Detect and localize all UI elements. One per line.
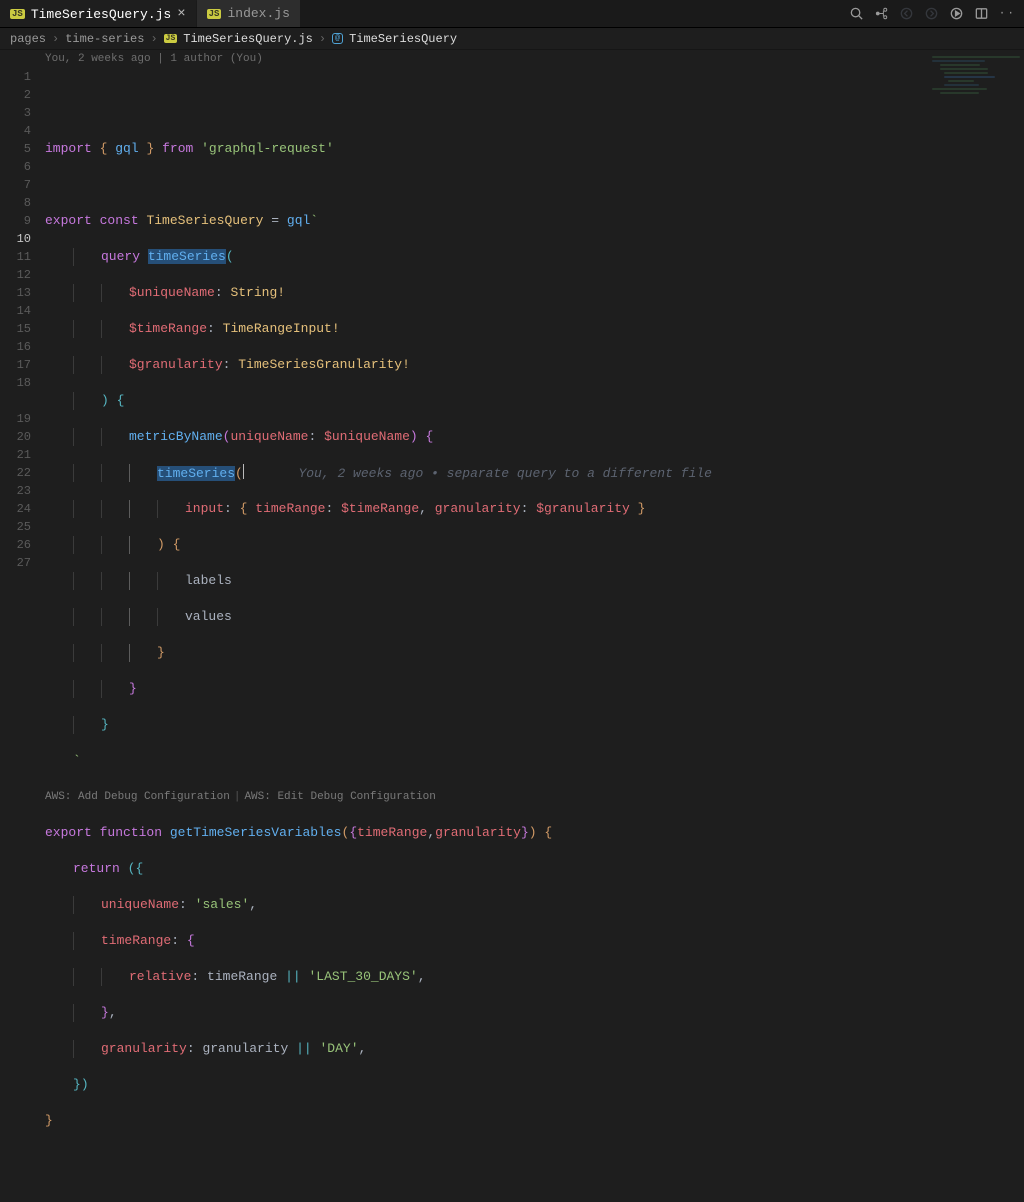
tab-label: index.js xyxy=(227,6,289,21)
git-blame-inline: You, 2 weeks ago • separate query to a d… xyxy=(298,466,711,481)
gutter: 1 2 3 4 5 6 7 8 9 10 11 12 13 14 15 16 1… xyxy=(0,50,45,665)
code-area[interactable]: You, 2 weeks ago | 1 author (You) import… xyxy=(45,50,1024,665)
titlebar-actions: ·· xyxy=(849,0,1024,27)
breadcrumb[interactable]: pages › time-series › JS TimeSeriesQuery… xyxy=(0,28,1024,50)
breadcrumb-item[interactable]: TimeSeriesQuery.js xyxy=(183,32,313,46)
text-cursor xyxy=(243,464,244,479)
nav-back-icon[interactable] xyxy=(899,6,914,21)
tab-label: TimeSeriesQuery.js xyxy=(31,7,171,22)
git-blame-top: You, 2 weeks ago | 1 author (You) xyxy=(45,50,263,68)
js-icon: JS xyxy=(164,34,178,43)
more-icon[interactable]: ·· xyxy=(999,8,1016,20)
editor[interactable]: 1 2 3 4 5 6 7 8 9 10 11 12 13 14 15 16 1… xyxy=(0,50,1024,665)
breadcrumb-item[interactable]: pages xyxy=(10,32,46,46)
nav-forward-icon[interactable] xyxy=(924,6,939,21)
close-icon[interactable]: × xyxy=(177,7,185,21)
js-icon: JS xyxy=(207,9,222,19)
tab-bar: JS TimeSeriesQuery.js × JS index.js ·· xyxy=(0,0,1024,28)
codelens[interactable]: AWS: Add Debug Configuration|AWS: Edit D… xyxy=(45,788,1024,806)
tab-index[interactable]: JS index.js xyxy=(197,0,301,27)
tab-timeseriesquery[interactable]: JS TimeSeriesQuery.js × xyxy=(0,0,197,27)
git-compare-icon[interactable] xyxy=(874,6,889,21)
search-icon[interactable] xyxy=(849,6,864,21)
symbol-variable-icon: @ xyxy=(332,33,343,44)
breadcrumb-item[interactable]: TimeSeriesQuery xyxy=(349,32,457,46)
js-icon: JS xyxy=(10,9,25,19)
run-icon[interactable] xyxy=(949,6,964,21)
split-editor-icon[interactable] xyxy=(974,6,989,21)
breadcrumb-item[interactable]: time-series xyxy=(65,32,144,46)
